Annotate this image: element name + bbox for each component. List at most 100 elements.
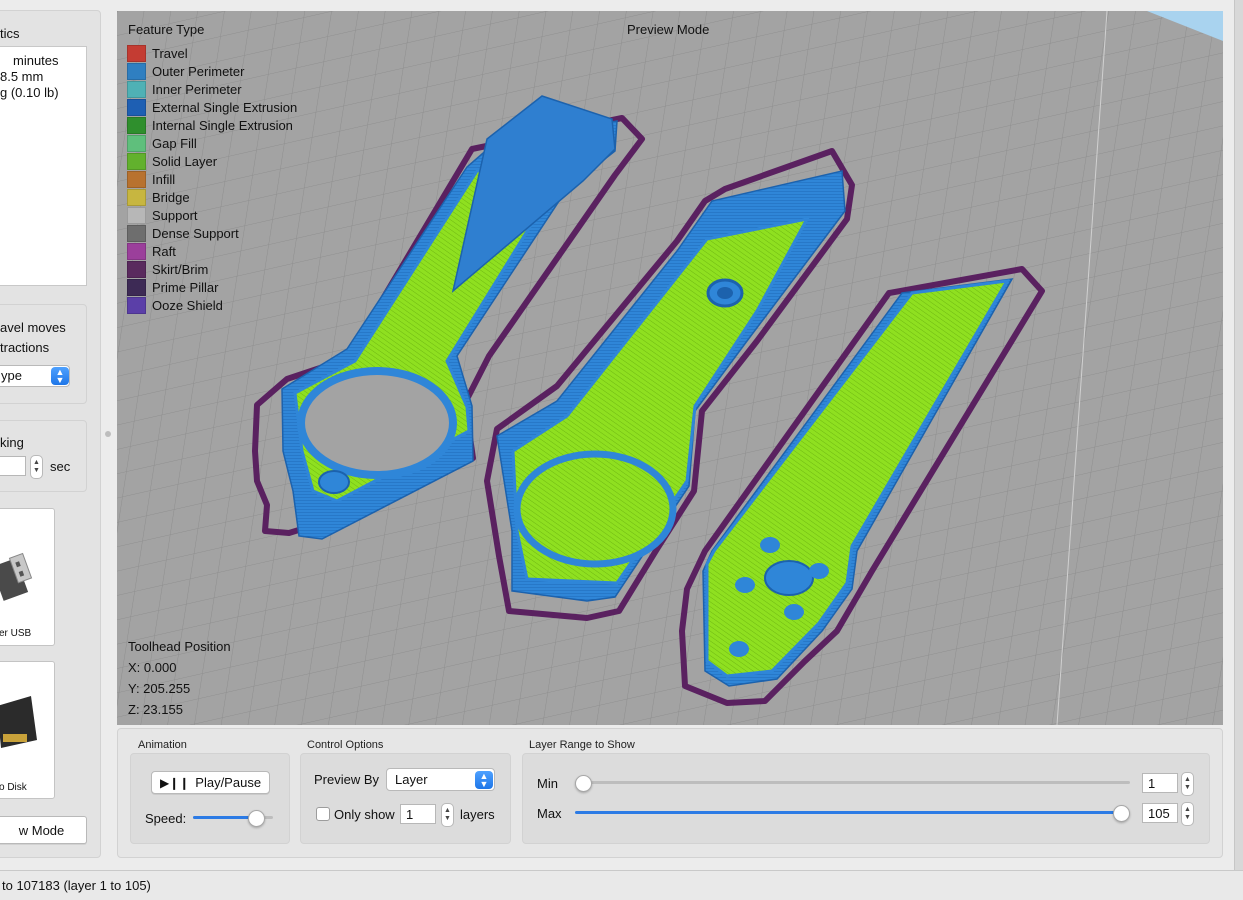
max-slider-knob[interactable] [1113, 805, 1130, 822]
legend-swatch [127, 62, 146, 80]
toolhead-z: Z: 23.155 [128, 702, 183, 717]
legend-swatch [127, 296, 146, 314]
legend-swatch [127, 260, 146, 278]
preview-viewport[interactable]: Feature Type Preview Mode Travel Outer Pe… [117, 11, 1223, 725]
ooze-time-input[interactable] [0, 456, 26, 476]
legend-item: Skirt/Brim [127, 260, 297, 278]
legend-label: Raft [152, 243, 176, 259]
control-options-title: Control Options [307, 739, 384, 751]
statistics-box: minutes 8.5 mm g (0.10 lb) [0, 46, 87, 286]
layer-range-group [522, 753, 1210, 844]
mount-hole-1 [760, 537, 780, 553]
travel-moves-label: avel moves [0, 320, 66, 335]
sd-card-icon [0, 696, 37, 748]
legend-swatch [127, 80, 146, 98]
ooze-unit: sec [50, 459, 71, 474]
legend-item: Support [127, 206, 297, 224]
stat-weight: g (0.10 lb) [0, 85, 59, 100]
legend-label: Outer Perimeter [152, 63, 245, 79]
only-show-checkbox[interactable] [316, 807, 330, 821]
max-layer-stepper[interactable]: ▲ ▼ [1181, 802, 1194, 826]
exit-preview-mode-label: w Mode [18, 822, 65, 838]
legend-label: External Single Extrusion [152, 99, 298, 115]
legend-label: Infill [152, 171, 176, 187]
legend-swatch [127, 98, 146, 116]
min-slider[interactable] [575, 774, 1130, 792]
splitter-handle[interactable] [105, 431, 111, 437]
max-slider-fill [575, 811, 1123, 814]
boss-hole-part-2 [717, 287, 733, 299]
usb-drive-icon [0, 552, 33, 601]
preview-mode-title: Preview Mode [627, 22, 710, 37]
animation-group [130, 753, 290, 844]
hole-part-1 [297, 367, 457, 479]
min-layer-input[interactable]: 1 [1142, 773, 1178, 793]
retractions-label: tractions [0, 340, 50, 355]
device-disk-label: o Disk [0, 782, 27, 793]
legend-item: Ooze Shield [127, 296, 297, 314]
legend-swatch [127, 170, 146, 188]
legend-swatch [127, 152, 146, 170]
status-bar: to 107183 (layer 1 to 105) [0, 870, 1243, 900]
only-show-value: 1 [406, 806, 414, 822]
round-pocket-part-2 [513, 450, 677, 568]
legend-item: Gap Fill [127, 134, 297, 152]
legend-label: Ooze Shield [152, 297, 223, 313]
device-disk-card[interactable]: o Disk [0, 661, 55, 799]
legend-label: Travel [152, 45, 188, 61]
statistics-title: tics [0, 26, 20, 41]
only-show-input[interactable]: 1 [400, 804, 436, 824]
legend-item: Inner Perimeter [127, 80, 297, 98]
preview-by-select[interactable]: Layer ▲ ▼ [386, 768, 495, 791]
legend-item: External Single Extrusion [127, 98, 297, 116]
toolhead-x: X: 0.000 [128, 660, 177, 675]
legend-label: Gap Fill [152, 135, 197, 151]
select-arrows-icon: ▲ ▼ [475, 770, 493, 789]
max-layer-input[interactable]: 105 [1142, 803, 1178, 823]
legend-swatch [127, 278, 146, 296]
exit-preview-mode-button[interactable]: w Mode [0, 816, 87, 844]
legend-label: Skirt/Brim [152, 261, 209, 277]
min-slider-knob[interactable] [575, 775, 592, 792]
legend-item: Dense Support [127, 224, 297, 242]
mount-hole-5 [729, 641, 749, 657]
toolhead-title: Toolhead Position [128, 639, 231, 654]
legend-item: Solid Layer [127, 152, 297, 170]
ooze-label: king [0, 435, 24, 450]
status-text: to 107183 (layer 1 to 105) [2, 878, 151, 893]
max-slider[interactable] [575, 804, 1130, 822]
legend-item: Infill [127, 170, 297, 188]
coloring-select[interactable]: ype ▲ ▼ [0, 365, 70, 387]
layers-label: layers [460, 807, 495, 822]
small-hole-part-1 [318, 470, 350, 494]
mount-hole-2 [809, 563, 829, 579]
legend-item: Internal Single Extrusion [127, 116, 297, 134]
legend-item: Raft [127, 242, 297, 260]
legend-item: Travel [127, 44, 297, 62]
speed-slider[interactable] [193, 809, 273, 827]
control-options-group [300, 753, 511, 844]
legend-swatch [127, 242, 146, 260]
animation-title: Animation [138, 739, 187, 751]
device-usb-card[interactable]: er USB [0, 508, 55, 646]
only-show-stepper[interactable]: ▲ ▼ [441, 803, 454, 827]
legend-swatch [127, 224, 146, 242]
speed-label: Speed: [145, 811, 187, 826]
legend-label: Prime Pillar [152, 279, 219, 295]
legend-swatch [127, 188, 146, 206]
speed-slider-fill [193, 816, 256, 819]
ooze-time-stepper[interactable]: ▲ ▼ [30, 455, 43, 479]
play-pause-button[interactable]: ▶❙❙ Play/Pause [151, 771, 270, 794]
legend-item: Outer Perimeter [127, 62, 297, 80]
min-label: Min [537, 776, 558, 791]
right-panel-edge [1234, 0, 1243, 870]
legend-label: Support [152, 207, 198, 223]
speed-slider-knob[interactable] [248, 810, 266, 827]
legend-label: Solid Layer [152, 153, 218, 169]
select-arrows-icon: ▲ ▼ [51, 367, 69, 385]
play-pause-icon: ▶❙❙ [159, 775, 190, 790]
toolhead-y: Y: 205.255 [128, 681, 191, 696]
play-pause-label: Play/Pause [195, 775, 262, 790]
min-layer-stepper[interactable]: ▲ ▼ [1181, 772, 1194, 796]
layer-range-title: Layer Range to Show [529, 739, 635, 751]
